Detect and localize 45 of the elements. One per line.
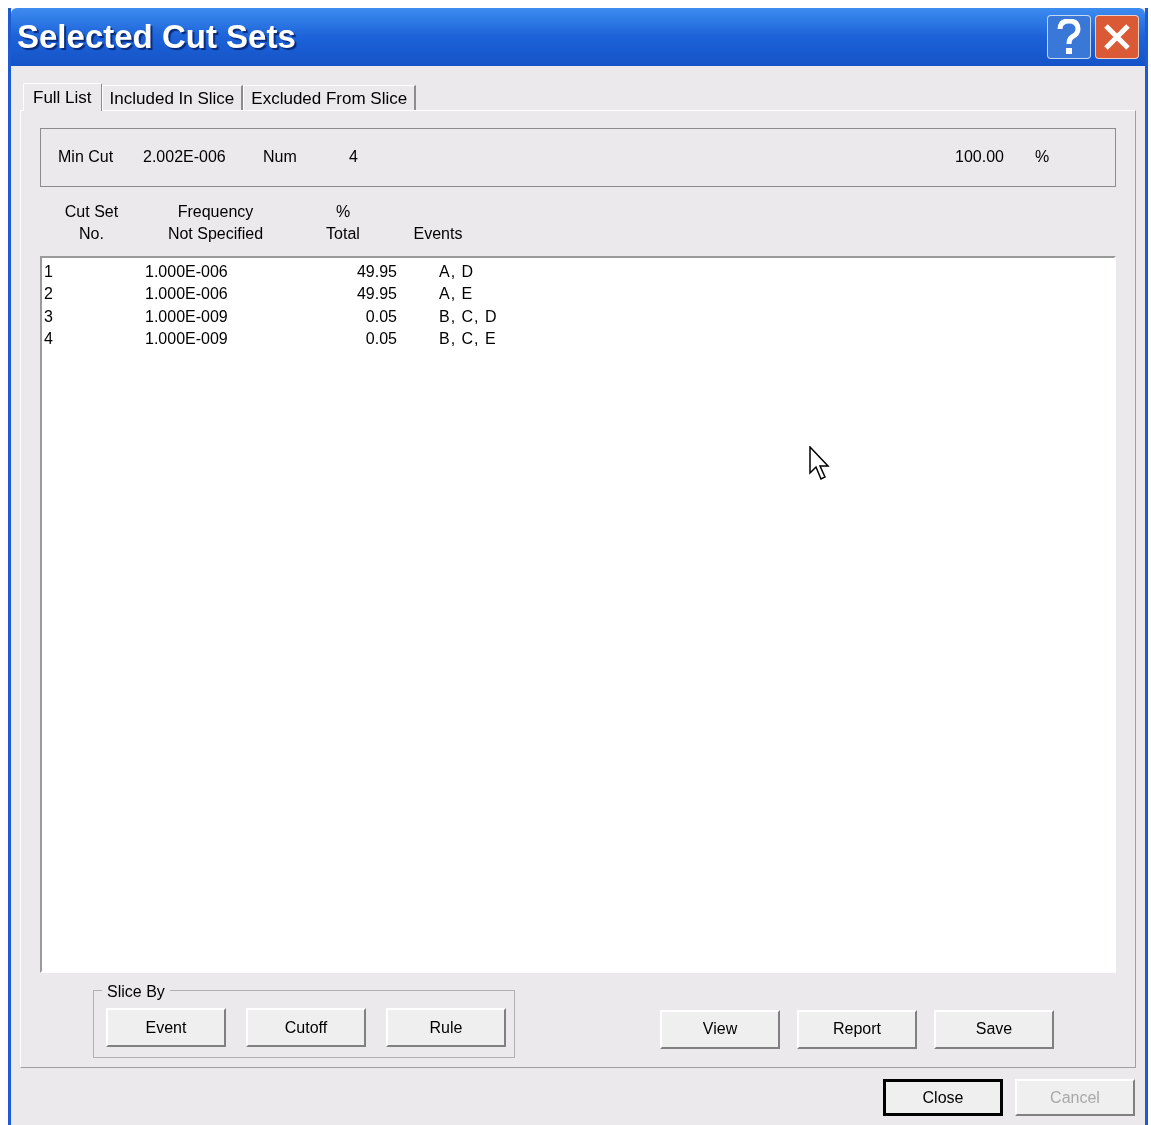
table-cell-text: B, C, D (438, 308, 498, 325)
column-header: % (334, 201, 352, 222)
column-header: No. (78, 223, 105, 244)
min-cut-label: Min Cut (58, 147, 115, 168)
table-cell-text: 1 (43, 263, 54, 280)
dialog-button[interactable]: Close (883, 1079, 1003, 1116)
table-cell-text: A, E (438, 286, 474, 303)
table-cell-text: 1.000E-009 (145, 331, 229, 348)
help-button[interactable] (1047, 15, 1091, 59)
table-cell-text: 49.95 (355, 286, 397, 303)
help-icon (1056, 19, 1082, 55)
close-icon (1102, 22, 1132, 52)
action-button[interactable]: View (660, 1010, 780, 1049)
tab[interactable]: Full List (23, 83, 102, 111)
table-cell-text: 4 (43, 331, 54, 348)
slice-button[interactable]: Event (106, 1008, 226, 1048)
window-title: Selected Cut Sets (17, 17, 297, 58)
mouse-cursor-icon (809, 446, 831, 482)
column-header: Total (325, 223, 361, 244)
table-cell-text: 1.000E-009 (145, 308, 229, 325)
slice-button[interactable]: Rule (386, 1008, 506, 1048)
num-label: Num (263, 147, 298, 168)
table-cell-text: 49.95 (355, 263, 397, 280)
column-header: Cut Set (63, 201, 120, 222)
tab[interactable]: Excluded From Slice (243, 85, 417, 110)
percent-unit: % (1035, 147, 1051, 168)
tab[interactable]: Included In Slice (101, 85, 244, 110)
table-cell-text: A, D (438, 263, 475, 280)
table-cell-text: 1.000E-006 (145, 286, 229, 303)
num-value: 4 (349, 147, 359, 168)
table-cell-text: B, C, E (438, 331, 497, 348)
column-header: Frequency (176, 201, 255, 222)
close-button[interactable] (1095, 15, 1139, 59)
action-button[interactable]: Report (797, 1010, 917, 1049)
table-cell-text: 0.05 (364, 331, 397, 348)
slice-button[interactable]: Cutoff (246, 1008, 366, 1048)
table-cell-text: 0.05 (364, 308, 397, 325)
column-header: Not Specified (166, 223, 265, 244)
table-cell-text: 2 (43, 286, 54, 303)
percent-value: 100.00 (955, 147, 1005, 168)
table-cell-text: 3 (43, 308, 54, 325)
action-button[interactable]: Save (934, 1010, 1054, 1049)
column-header: Events (412, 223, 464, 244)
min-cut-value: 2.002E-006 (143, 147, 227, 168)
table-cell-text: 1.000E-006 (145, 263, 229, 280)
